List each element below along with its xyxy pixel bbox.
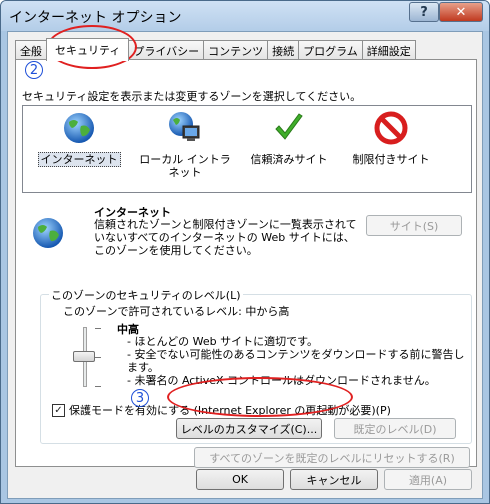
globe-icon [64, 113, 94, 143]
tab-connections[interactable]: 接続 [267, 40, 300, 60]
tab-privacy[interactable]: プライバシー [128, 40, 205, 60]
tab-strip: 全般 セキュリティ プライバシー コンテンツ 接続 プログラム 詳細設定 [15, 38, 416, 61]
allowed-levels-text: このゾーンで許可されているレベル: 中から高 [63, 305, 290, 318]
slider-tick [95, 328, 101, 329]
tab-advanced[interactable]: 詳細設定 [361, 40, 416, 60]
tab-security[interactable]: セキュリティ [46, 38, 130, 61]
level-desc-line: - 安全でない可能性のあるコンテンツをダウンロードする前に警告します。 [127, 348, 465, 374]
globe-icon [33, 218, 63, 248]
tab-programs[interactable]: プログラム [298, 40, 363, 60]
default-level-button[interactable]: 既定のレベル(D) [334, 418, 456, 439]
annotation-ellipse-custom-level [167, 377, 353, 417]
security-level-label: このゾーンのセキュリティのレベル(L) [49, 287, 243, 303]
zone-instruction: セキュリティ設定を表示または変更するゾーンを選択してください。 [22, 90, 362, 103]
sites-button[interactable]: サイト(S) [366, 215, 462, 236]
intranet-icon [169, 112, 200, 141]
restricted-icon [374, 111, 408, 145]
slider-tick [95, 357, 101, 358]
protected-mode-checkbox[interactable]: ✓ [52, 403, 65, 417]
dialog-body: 全般 セキュリティ プライバシー コンテンツ 接続 プログラム 詳細設定 セキュ… [7, 31, 483, 499]
apply-button[interactable]: 適用(A) [384, 469, 472, 490]
internet-options-dialog: インターネット オプション ? ✕ 全般 セキュリティ プライバシー コンテンツ… [0, 0, 490, 504]
zone-info-description: 信頼されたゾーンと制限付きゾーンに一覧表示されていないすべてのインターネットの … [94, 218, 357, 257]
tab-content[interactable]: コンテンツ [203, 40, 269, 60]
zone-internet[interactable]: インターネット [29, 110, 129, 167]
checkmark-icon [275, 113, 303, 140]
zone-label: 制限付きサイト [352, 153, 430, 166]
window-title: インターネット オプション [9, 10, 182, 26]
level-desc-line: - ほとんどの Web サイトに適切です。 [127, 335, 319, 348]
zone-label: ローカル イントラネット [139, 153, 231, 179]
ok-button[interactable]: OK [196, 469, 284, 490]
annotation-step-3: 3 [131, 389, 149, 407]
security-slider-thumb[interactable] [73, 351, 95, 362]
zone-trusted-sites[interactable]: 信頼済みサイト [239, 110, 339, 166]
reset-all-zones-button[interactable]: すべてのゾーンを既定のレベルにリセットする(R) [194, 447, 470, 468]
zone-restricted-sites[interactable]: 制限付きサイト [341, 110, 441, 166]
zone-label: インターネット [37, 152, 121, 167]
zone-label: 信頼済みサイト [250, 153, 328, 166]
slider-tick [95, 386, 101, 387]
cancel-button[interactable]: キャンセル [290, 469, 378, 490]
zone-list: インターネット ローカル イントラネット 信頼済みサイト 制限付きサイト [22, 105, 472, 193]
zone-local-intranet[interactable]: ローカル イントラネット [135, 110, 235, 179]
help-button[interactable]: ? [409, 2, 439, 22]
close-button[interactable]: ✕ [439, 2, 483, 22]
custom-level-button[interactable]: レベルのカスタマイズ(C)... [176, 418, 322, 439]
annotation-step-2: 2 [25, 61, 43, 79]
tab-general[interactable]: 全般 [15, 40, 47, 60]
